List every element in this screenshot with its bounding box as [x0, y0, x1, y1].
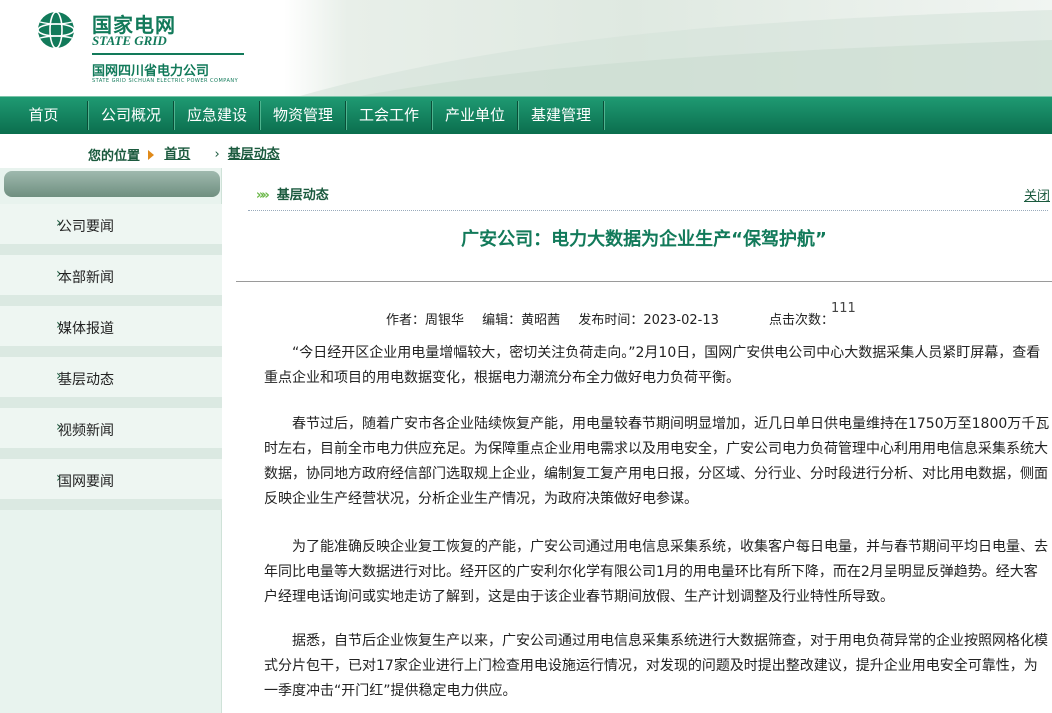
sidebar-item-label: 基层动态: [58, 372, 114, 388]
nav-item-emergency[interactable]: 应急建设: [175, 97, 259, 134]
site-header: 国家电网 STATE GRID 国网四川省电力公司 STATE GRID SIC…: [0, 0, 1052, 96]
logo-english-text: STATE GRID: [92, 33, 167, 48]
article-paragraph: 据悉，自节后企业恢复生产以来，广安公司通过用电信息采集系统进行大数据筛查，对于用…: [264, 633, 1048, 699]
sidebar-item-hq-news[interactable]: › 本部新闻: [0, 255, 222, 306]
sidebar-item-video-news[interactable]: › 视频新闻: [0, 408, 222, 459]
breadcrumb-arrow-icon: [148, 149, 155, 160]
close-link[interactable]: 关闭: [1024, 185, 1050, 204]
breadcrumb-prefix: 您的位置: [88, 149, 141, 164]
sidebar-item-label: 媒体报道: [58, 321, 114, 337]
sidebar-item-label: 本部新闻: [58, 270, 114, 286]
main-nav: 首页 公司概况 应急建设 物资管理 工会工作 产业单位 基建管理: [0, 96, 1052, 134]
article-paragraph: 为了能准确反映企业复工恢复的产能，广安公司通过用电信息采集系统，收集客户每日电量…: [264, 539, 1048, 605]
nav-item-materials[interactable]: 物资管理: [261, 97, 345, 134]
section-heading-label: 基层动态: [276, 188, 329, 203]
nav-item-industry[interactable]: 产业单位: [433, 97, 517, 134]
sidebar-item-label: 公司要闻: [58, 219, 114, 235]
state-grid-logo-icon: [37, 11, 75, 49]
company-english-name: STATE GRID SICHUAN ELECTRIC POWER COMPAN…: [92, 78, 239, 84]
double-chevron-icon: »»: [256, 188, 270, 203]
breadcrumb: 您的位置 首页 › 基层动态: [88, 143, 280, 164]
article-meta: 作者：周银华 编辑：黄昭茜 发布时间：2023-02-13 点击次数：: [386, 309, 848, 328]
breadcrumb-current-link[interactable]: 基层动态: [228, 147, 280, 162]
article-title: 广安公司：电力大数据为企业生产“保驾护航”: [461, 229, 827, 250]
divider: [236, 281, 1052, 282]
sidebar-item-media-reports[interactable]: › 媒体报道: [0, 306, 222, 357]
article-date: 发布时间：2023-02-13: [578, 313, 719, 328]
nav-item-home[interactable]: 首页: [0, 97, 87, 134]
sidebar-item-company-news[interactable]: › 公司要闻: [0, 204, 222, 255]
article-editor: 编辑：黄昭茜: [482, 313, 561, 328]
nav-separator: [603, 101, 605, 130]
nav-item-construction[interactable]: 基建管理: [519, 97, 603, 134]
article-paragraph: 春节过后，随着广安市各企业陆续恢复产能，用电量较春节期间明显增加，近几日单日供电…: [264, 416, 1050, 507]
divider: [248, 210, 1048, 211]
section-heading: »» 基层动态: [256, 184, 329, 203]
nav-item-company-overview[interactable]: 公司概况: [89, 97, 173, 134]
nav-item-union[interactable]: 工会工作: [347, 97, 431, 134]
chevron-right-icon: ›: [214, 147, 220, 162]
sidebar-item-label: 视频新闻: [58, 423, 114, 439]
sidebar-item-grassroots[interactable]: › 基层动态: [0, 357, 222, 408]
sidebar-header-bar: [4, 171, 220, 197]
hits-label: 点击次数：: [769, 313, 835, 328]
header-decoration: [300, 10, 1052, 96]
breadcrumb-home-link[interactable]: 首页: [164, 147, 190, 162]
sidebar-item-label: 国网要闻: [58, 474, 114, 490]
logo-divider: [92, 53, 244, 55]
company-name: 国网四川省电力公司: [92, 64, 210, 79]
article-paragraph: “今日经开区企业用电量增幅较大，密切关注负荷走向。”2月10日，国网广安供电公司…: [264, 345, 1041, 386]
article-author: 作者：周银华: [386, 313, 465, 328]
sidebar: › 公司要闻 › 本部新闻 › 媒体报道 › 基层动态 › 视频新闻 › 国网要…: [0, 168, 222, 713]
sidebar-item-state-grid-news[interactable]: › 国网要闻: [0, 459, 222, 510]
hits-count: 111: [831, 301, 856, 316]
